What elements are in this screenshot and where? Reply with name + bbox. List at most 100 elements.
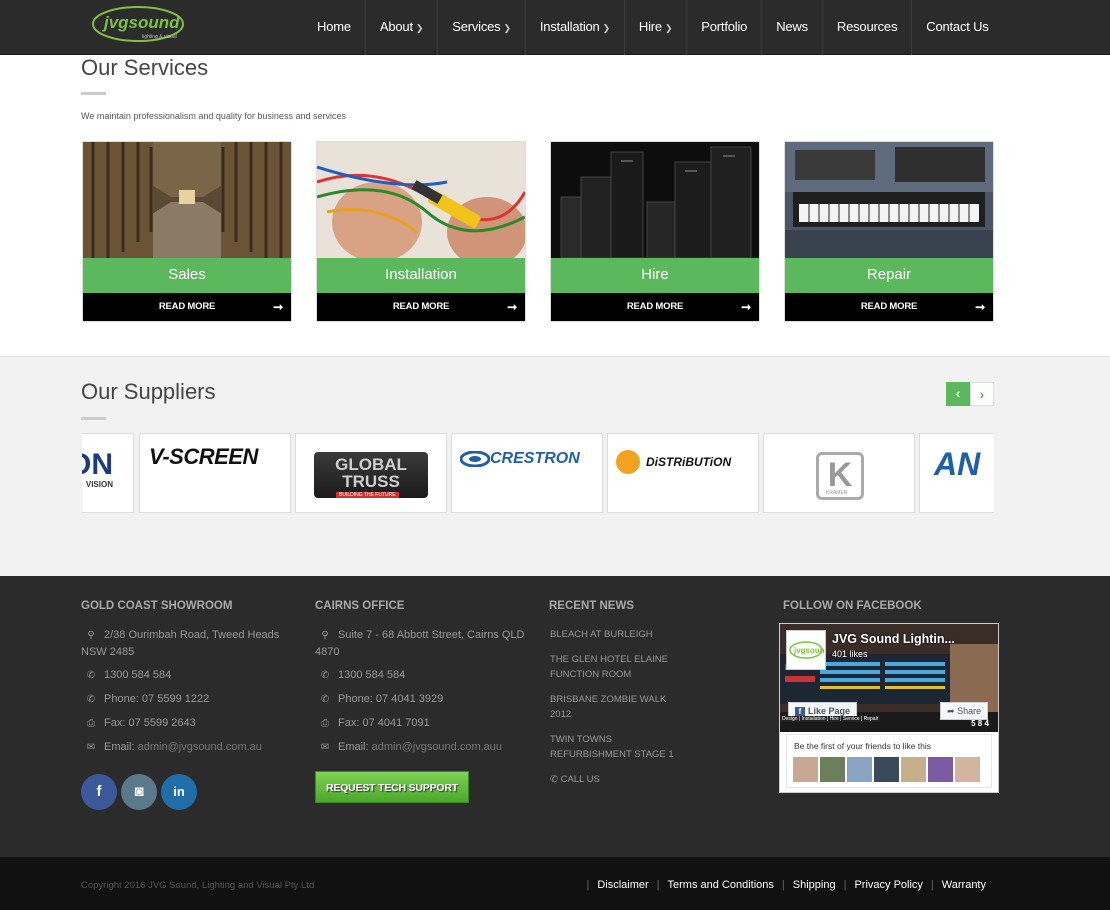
read-more-button[interactable]: READ MORE ➞ — [317, 293, 525, 321]
divider: | — [781, 879, 785, 891]
avatar[interactable] — [955, 757, 980, 782]
bottom-bar: Copyright 2016 JVG Sound, Lighting and V… — [0, 857, 1110, 910]
avatar[interactable] — [793, 757, 818, 782]
supplier-logo-kramer[interactable]: K KRAMER — [763, 433, 915, 513]
cover-number: 5 8 4 — [971, 719, 989, 728]
link-warranty[interactable]: Warranty — [942, 879, 986, 891]
news-link[interactable]: BLEACH AT BURLEIGH — [550, 627, 690, 642]
facebook-button[interactable]: f — [81, 774, 117, 810]
read-more-button[interactable]: READ MORE ➞ — [83, 293, 291, 321]
news-link[interactable]: THE GLEN HOTEL ELAINE FUNCTION ROOM — [550, 652, 690, 682]
email-label: Email: — [104, 741, 135, 753]
request-tech-support-button[interactable]: REQUEST TECH SUPPORT — [315, 771, 469, 803]
phone-icon: ✆ — [550, 774, 558, 785]
logo-name: AN — [934, 446, 981, 482]
menu-home[interactable]: Home — [302, 0, 366, 55]
link-shipping[interactable]: Shipping — [793, 879, 836, 891]
menu-label: News — [776, 19, 808, 34]
site-logo[interactable]: jvgsound lighting & visual — [92, 4, 192, 44]
envelope-icon: ✉ — [86, 742, 96, 753]
recent-news-heading: RECENT NEWS — [549, 600, 634, 612]
phone-text: Phone: 07 5599 1222 — [104, 693, 210, 705]
read-more-label: READ MORE — [392, 301, 450, 312]
fb-friends-text: Be the first of your friends to like thi… — [794, 741, 932, 751]
carousel-prev-button[interactable]: ‹ — [946, 382, 970, 406]
menu-label: Resources — [836, 19, 898, 34]
menu-resources[interactable]: Resources — [823, 0, 913, 55]
avatar[interactable] — [874, 757, 899, 782]
supplier-logo-vision[interactable]: ON VISION — [82, 433, 134, 513]
menu-about[interactable]: About ❯ — [366, 0, 439, 55]
share-label: Share — [957, 706, 982, 716]
avatar[interactable] — [847, 757, 872, 782]
call-us-label: CALL US — [560, 774, 600, 785]
gold-coast-phone1: ✆ 1300 584 584 — [81, 667, 172, 684]
service-card-installation: Installation READ MORE ➞ — [316, 141, 526, 322]
email-link[interactable]: admin@jvgsound.com.au — [138, 741, 262, 753]
phone-icon: ✆ — [320, 694, 330, 705]
chevron-down-icon: ❯ — [602, 23, 611, 33]
menu-portfolio[interactable]: Portfolio — [687, 0, 763, 55]
keyboard-photo — [785, 142, 993, 258]
fax-text: Fax: 07 5599 2643 — [104, 717, 196, 729]
avatar[interactable] — [901, 757, 926, 782]
menu-label: Services — [452, 19, 501, 34]
instagram-button[interactable]: ◙ — [121, 774, 157, 810]
arrow-right-icon: ➞ — [975, 300, 985, 314]
divider: | — [930, 879, 934, 891]
carousel-next-button[interactable]: › — [970, 382, 994, 406]
services-title: Our Services — [81, 55, 209, 80]
read-more-label: READ MORE — [158, 301, 216, 312]
linkedin-button[interactable]: in — [161, 774, 197, 810]
cairns-phone1: ✆ 1300 584 584 — [315, 667, 406, 684]
link-disclaimer[interactable]: Disclaimer — [597, 879, 648, 891]
top-navigation-bar: jvgsound lighting & visual Home About ❯ S… — [0, 0, 1110, 55]
suppliers-title: Our Suppliers — [81, 379, 216, 404]
chevron-down-icon: ❯ — [415, 23, 424, 33]
supplier-logo-an[interactable]: AN — [919, 433, 994, 513]
fb-page-name[interactable]: JVG Sound Lightin... — [832, 632, 955, 646]
fb-likes: 401 likes — [832, 649, 868, 659]
instagram-icon: ◙ — [134, 783, 144, 800]
call-us-link[interactable]: ✆ CALL US — [550, 772, 690, 787]
supplier-logo-carousel: ON VISION V-SCREEN GLOBAL TRUSS BUILDING… — [82, 433, 994, 513]
logo-sub: VISION — [85, 480, 113, 489]
page-avatar: jvgsound — [786, 630, 830, 670]
read-more-button[interactable]: READ MORE ➞ — [551, 293, 759, 321]
menu-label: Home — [317, 19, 351, 34]
supplier-logo-crestron[interactable]: CRESTRON — [451, 433, 603, 513]
logo-name: GLOBAL TRUSS — [335, 455, 407, 491]
email-link[interactable]: admin@jvgsound.com.auu — [372, 741, 502, 753]
main-menu: Home About ❯ Services ❯ Installation ❯ Hire… — [302, 0, 1003, 55]
address-text: 2/38 Ourimbah Road, Tweed Heads NSW 2485 — [81, 629, 280, 658]
avatar[interactable] — [928, 757, 953, 782]
link-privacy[interactable]: Privacy Policy — [854, 879, 922, 891]
menu-hire[interactable]: Hire ❯ — [625, 0, 688, 55]
service-card-sales: Sales READ MORE ➞ — [82, 141, 292, 322]
news-link[interactable]: BRISBANE ZOMBIE WALK 2012 — [550, 692, 690, 722]
menu-news[interactable]: News — [762, 0, 823, 55]
facebook-widget[interactable]: 5 8 4 jvgsound JVG Sound Lightin... 401 … — [779, 623, 999, 793]
distribution-icon — [616, 450, 640, 474]
phone-icon: ✆ — [320, 670, 330, 681]
fb-share-button[interactable]: ➦ Share — [940, 702, 989, 720]
supplier-logo-global-truss[interactable]: GLOBAL TRUSS BUILDING THE FUTURE — [295, 433, 447, 513]
menu-contact[interactable]: Contact Us — [912, 0, 1002, 55]
menu-installation[interactable]: Installation ❯ — [526, 0, 625, 55]
gold-coast-heading: GOLD COAST SHOWROOM — [81, 600, 233, 612]
link-terms[interactable]: Terms and Conditions — [668, 879, 774, 891]
divider: | — [656, 879, 660, 891]
title-underline — [81, 92, 106, 95]
logo-name: DiSTRiBUTiON — [646, 455, 732, 469]
chevron-left-icon: ‹ — [955, 385, 961, 401]
avatar-text: jvgsound — [793, 646, 825, 655]
news-link[interactable]: TWIN TOWNS REFURBISHMENT STAGE 1 — [550, 732, 690, 762]
logo-sub: KRAMER — [826, 490, 848, 496]
read-more-button[interactable]: READ MORE ➞ — [785, 293, 993, 321]
supplier-logo-distribution[interactable]: DiSTRiBUTiON — [607, 433, 759, 513]
fax-icon: ⎙ — [87, 718, 95, 729]
supplier-logo-vscreen[interactable]: V-SCREEN — [139, 433, 291, 513]
menu-services[interactable]: Services ❯ — [438, 0, 526, 55]
phone-icon: ✆ — [86, 694, 96, 705]
avatar[interactable] — [820, 757, 845, 782]
